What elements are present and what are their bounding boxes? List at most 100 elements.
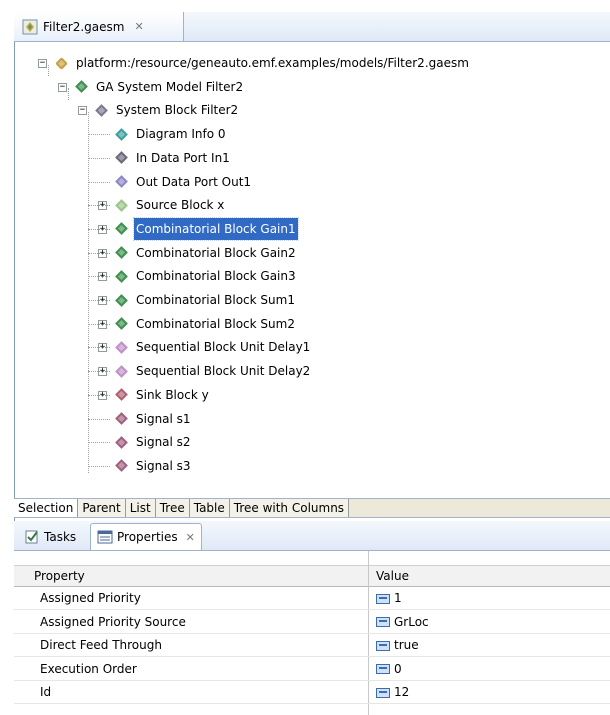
tab-properties[interactable]: Properties ✕ <box>90 523 202 550</box>
green-diamond-icon <box>75 80 88 94</box>
tree-node[interactable]: Out Data Port Out1 <box>113 171 253 193</box>
tree-node[interactable]: − GA System Model Filter2 <box>58 76 245 98</box>
tree-node[interactable]: − System Block Filter2 <box>78 99 240 121</box>
collapse-icon[interactable]: − <box>58 82 67 92</box>
tree-node[interactable]: Signal s3 <box>113 455 193 477</box>
properties-table-header: Property Value <box>14 565 610 587</box>
tab-tasks-label: Tasks <box>44 529 77 544</box>
model-tree[interactable]: − platform:/resource/geneauto.emf.example… <box>15 43 610 498</box>
tree-node-label: Combinatorial Block Gain1 <box>133 216 299 241</box>
property-value-text: 0 <box>394 661 402 676</box>
tree-guide-line <box>88 181 110 183</box>
tree-guide-line <box>88 465 110 467</box>
collapse-icon[interactable]: − <box>38 59 47 68</box>
grey-diamond-icon <box>95 104 108 117</box>
property-value-text: 1 <box>394 591 402 605</box>
tab-tasks[interactable]: Tasks <box>18 523 82 550</box>
tab-selection[interactable]: Selection <box>14 499 79 517</box>
tab-parent[interactable]: Parent <box>78 499 126 517</box>
tree-node-label: Combinatorial Block Gain2 <box>136 245 296 260</box>
tree-guide-line <box>48 65 49 76</box>
model-file-icon <box>22 19 38 35</box>
tab-list[interactable]: List <box>125 499 156 517</box>
teal-diamond-icon <box>115 127 128 141</box>
rose-diamond-icon <box>115 388 128 402</box>
editor-page-tabs: Selection Parent List Tree Table Tree with Co… <box>14 498 610 518</box>
tree-guide-line <box>88 205 110 207</box>
tree-node-label: Combinatorial Block Sum2 <box>136 316 295 331</box>
column-header-property[interactable]: Property <box>34 566 85 587</box>
green-diamond-icon <box>115 293 128 307</box>
property-value: 0 <box>376 658 402 681</box>
property-value: true <box>376 634 419 657</box>
property-name: Direct Feed Through <box>40 638 162 652</box>
tree-node[interactable]: + Sequential Block Unit Delay1 <box>98 336 312 358</box>
property-name: Execution Order <box>40 661 137 676</box>
tree-guide-line <box>88 228 110 230</box>
property-value: 1 <box>376 587 402 610</box>
tree-node[interactable]: + Source Block x <box>98 194 226 216</box>
properties-icon <box>97 529 113 545</box>
property-value: GrLoc <box>376 611 429 634</box>
property-row[interactable]: Id 12 <box>14 681 610 704</box>
tree-guide-line <box>88 371 110 373</box>
property-row[interactable]: Execution Order 0 <box>14 658 610 681</box>
tree-node-label: In Data Port In1 <box>136 150 230 165</box>
property-row[interactable]: Direct Feed Through true <box>14 634 610 657</box>
lightgreen-diamond-icon <box>115 198 128 212</box>
tree-node[interactable]: Signal s2 <box>113 431 193 453</box>
tree-node[interactable]: + Combinatorial Block Sum1 <box>98 289 297 311</box>
tree-guide-line <box>88 252 110 254</box>
tab-table[interactable]: Table <box>189 499 230 517</box>
tab-tree[interactable]: Tree <box>155 499 190 517</box>
tree-node-label: System Block Filter2 <box>116 103 239 118</box>
tree-node[interactable]: Diagram Info 0 <box>113 123 228 145</box>
tree-node-label: Combinatorial Block Gain3 <box>136 269 296 284</box>
tree-node[interactable]: − platform:/resource/geneauto.emf.example… <box>38 52 471 74</box>
close-icon[interactable]: ✕ <box>134 20 143 33</box>
collapse-icon[interactable]: − <box>78 106 87 116</box>
property-row[interactable]: Assigned Priority Source GrLoc <box>14 611 610 634</box>
tree-node[interactable]: + Combinatorial Block Gain3 <box>98 265 298 287</box>
property-row[interactable]: Assigned Priority 1 <box>14 587 610 610</box>
tree-guide-line <box>88 347 110 349</box>
tree-node-label: Out Data Port Out1 <box>136 174 252 189</box>
integer-value-icon <box>376 593 390 604</box>
tree-node-label: platform:/resource/geneauto.emf.examples… <box>76 56 469 70</box>
property-value: 12 <box>376 681 409 704</box>
tree-node[interactable]: + Combinatorial Block Gain2 <box>98 242 298 264</box>
close-icon[interactable]: ✕ <box>186 531 195 544</box>
tree-node[interactable]: + Sequential Block Unit Delay2 <box>98 360 312 382</box>
property-value-text: true <box>394 638 419 652</box>
tree-node[interactable]: + Sink Block y <box>98 384 211 406</box>
editor-tab-filter2[interactable]: Filter2.gaesm ✕ <box>14 12 184 41</box>
enum-value-icon <box>376 617 390 627</box>
rose-diamond-icon <box>115 459 128 473</box>
tree-node-label: GA System Model Filter2 <box>96 79 244 94</box>
column-header-value[interactable]: Value <box>376 566 409 587</box>
tree-node[interactable]: In Data Port In1 <box>113 147 232 169</box>
rose-diamond-icon <box>115 412 128 425</box>
boolean-value-icon <box>376 640 390 651</box>
tree-node[interactable]: Signal s1 <box>113 408 193 430</box>
tree-guide-line <box>88 157 110 159</box>
property-value-text: 12 <box>394 685 410 699</box>
green-diamond-icon <box>115 269 128 283</box>
green-diamond-icon <box>115 246 128 259</box>
tab-tree-with-columns[interactable]: Tree with Columns <box>229 499 350 517</box>
tasks-icon <box>24 529 40 545</box>
tree-node-label: Sink Block y <box>136 387 209 402</box>
editor-tabbar: Filter2.gaesm ✕ <box>14 12 610 42</box>
tree-node-label: Source Block x <box>136 198 225 213</box>
tree-node[interactable]: + Combinatorial Block Gain1 <box>98 216 299 241</box>
tree-node-label: Signal s1 <box>136 411 191 426</box>
view-tabbar: Tasks Properties ✕ <box>14 521 610 551</box>
pink-diamond-icon <box>115 341 128 354</box>
tree-node-label: Signal s2 <box>136 435 191 450</box>
tree-guide-line <box>88 418 110 420</box>
pink-diamond-icon <box>115 364 128 378</box>
property-name: Id <box>40 685 52 699</box>
integer-value-icon <box>376 664 390 674</box>
tree-node-label: Diagram Info 0 <box>136 127 226 142</box>
tree-node[interactable]: + Combinatorial Block Sum2 <box>98 313 297 335</box>
